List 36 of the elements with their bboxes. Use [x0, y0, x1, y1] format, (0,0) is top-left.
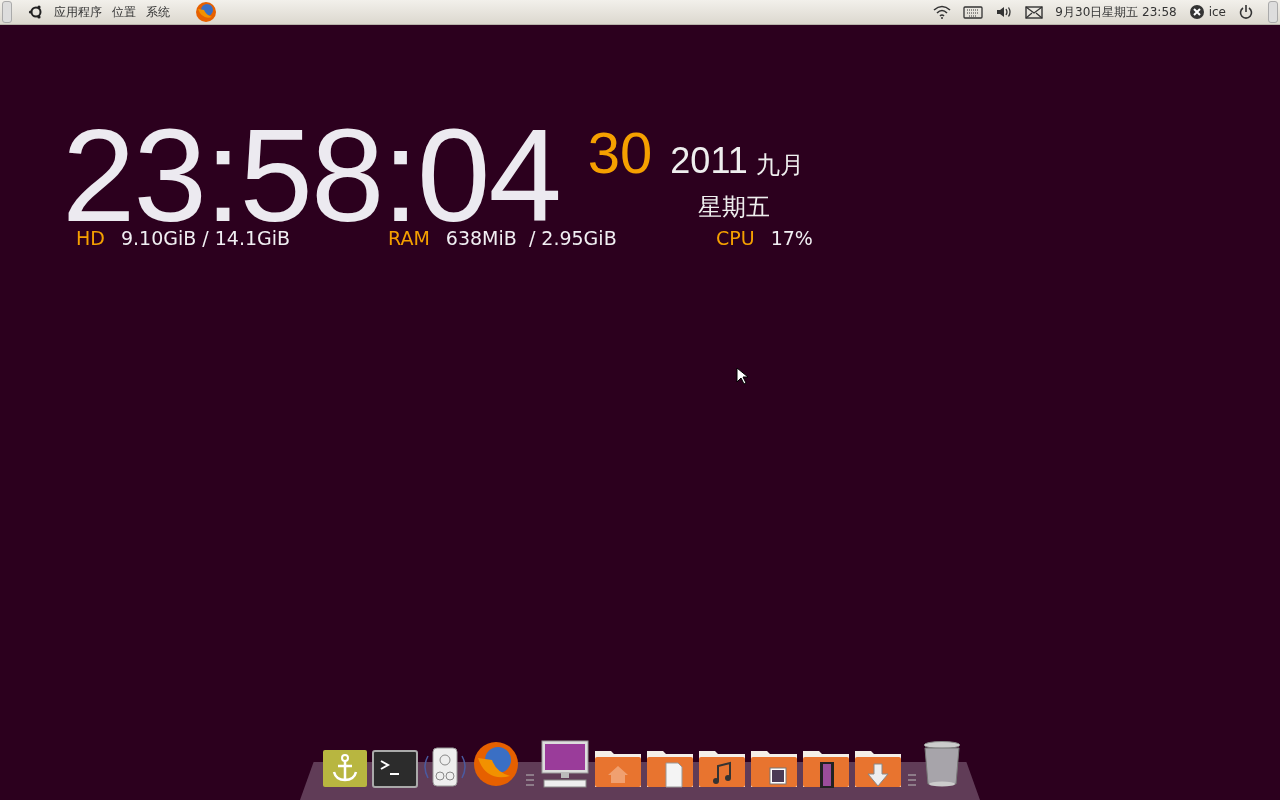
- panel-menu[interactable]: 位置: [112, 3, 136, 21]
- trash-icon[interactable]: [922, 740, 962, 788]
- clock-year: 2011: [670, 140, 748, 182]
- user-name[interactable]: ice: [1208, 5, 1226, 19]
- terminal-icon[interactable]: [372, 750, 418, 788]
- clock-weekday: 星期五: [697, 192, 770, 223]
- stat-label: CPU: [716, 227, 755, 249]
- folder-icon[interactable]: [802, 748, 850, 788]
- dock-separator-icon: [908, 774, 916, 786]
- panel-handle[interactable]: [1268, 1, 1278, 23]
- panel-clock[interactable]: 9月30日星期五 23:58: [1055, 3, 1177, 21]
- folder-icon[interactable]: [646, 748, 694, 788]
- volume-icon[interactable]: [995, 5, 1014, 19]
- dock-separator-icon: [526, 774, 534, 786]
- speaker-icon[interactable]: [422, 746, 468, 788]
- folder-icon[interactable]: [854, 748, 902, 788]
- mail-icon[interactable]: [1025, 5, 1044, 19]
- stat-value: 17%: [770, 227, 813, 249]
- mouse-pointer-icon: [736, 367, 748, 385]
- panel-handle[interactable]: [2, 1, 12, 23]
- keyboard-icon[interactable]: [963, 5, 984, 19]
- clock-day: 30: [587, 121, 653, 185]
- panel-menu[interactable]: 系统: [146, 3, 170, 21]
- folder-icon[interactable]: [698, 748, 746, 788]
- computer-icon[interactable]: [540, 740, 590, 788]
- clock-month: 九月: [755, 150, 804, 181]
- wifi-icon[interactable]: [933, 5, 952, 19]
- status-busy-icon[interactable]: [1188, 4, 1205, 20]
- anchor-icon[interactable]: [322, 748, 368, 788]
- folder-icon[interactable]: [750, 748, 798, 788]
- firefox-icon[interactable]: [194, 0, 218, 24]
- panel-menu[interactable]: 应用程序: [54, 3, 102, 21]
- power-icon[interactable]: [1238, 4, 1254, 20]
- ubuntu-logo-icon[interactable]: [28, 4, 44, 20]
- firefox-icon[interactable]: [472, 740, 520, 788]
- folder-icon[interactable]: [594, 748, 642, 788]
